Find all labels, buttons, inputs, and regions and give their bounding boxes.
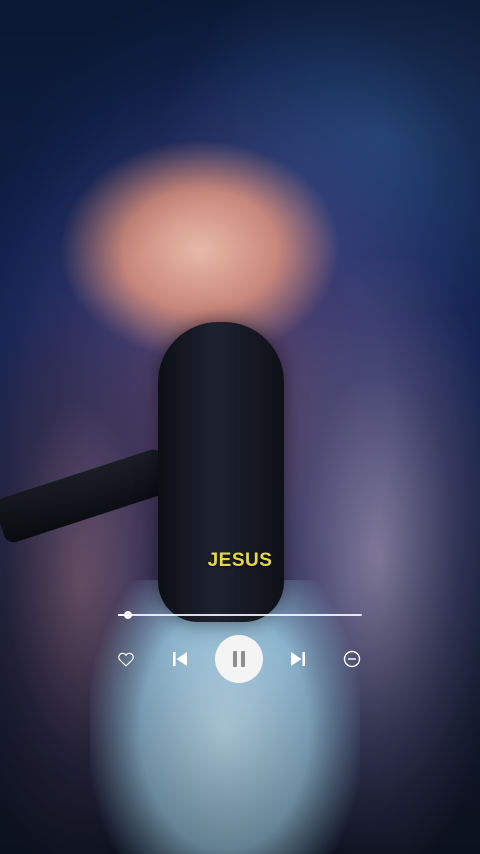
previous-button[interactable]: [170, 649, 190, 669]
progress-bar[interactable]: [118, 608, 362, 622]
progress-track: [118, 614, 362, 616]
like-button[interactable]: [116, 649, 136, 669]
playback-controls: [110, 634, 370, 684]
vignette-overlay: [0, 0, 480, 854]
next-button[interactable]: [288, 649, 308, 669]
skip-next-icon: [291, 652, 305, 666]
video-frame: JESUS: [0, 0, 480, 854]
play-pause-button[interactable]: [215, 635, 263, 683]
progress-knob[interactable]: [123, 611, 132, 619]
heart-outline-icon: [118, 652, 134, 667]
minus-circle-icon: [343, 650, 361, 668]
song-title: JESUS: [207, 550, 273, 571]
skip-previous-icon: [173, 652, 187, 666]
remove-button[interactable]: [342, 649, 362, 669]
pause-icon: [233, 651, 245, 667]
